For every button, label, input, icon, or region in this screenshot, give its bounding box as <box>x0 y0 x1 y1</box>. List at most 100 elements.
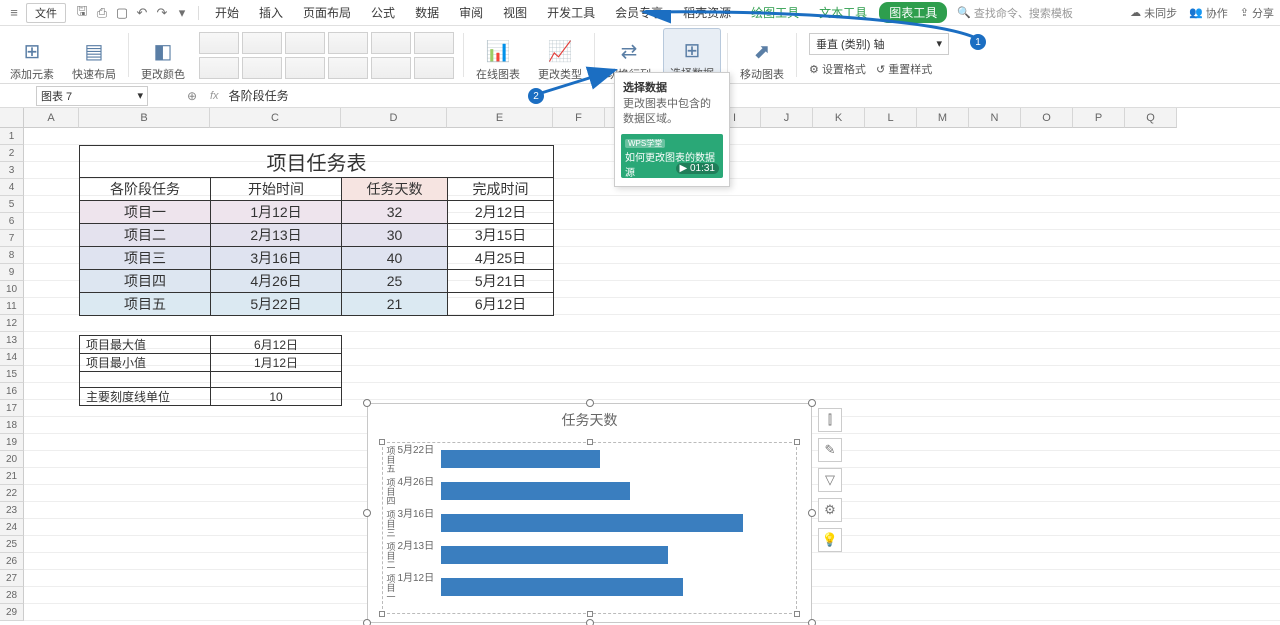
row-header-7[interactable]: 7 <box>0 230 24 247</box>
quick-layout-button[interactable]: ▤ 快速布局 <box>66 28 122 82</box>
move-chart-button[interactable]: ⬈ 移动图表 <box>734 28 790 82</box>
chart-bar[interactable] <box>441 514 743 532</box>
change-type-button[interactable]: 📈 更改类型 <box>532 28 588 82</box>
row-header-1[interactable]: 1 <box>0 128 24 145</box>
row-header-11[interactable]: 11 <box>0 298 24 315</box>
col-header-F[interactable]: F <box>553 108 605 128</box>
row-header-2[interactable]: 2 <box>0 145 24 162</box>
online-chart-button[interactable]: 📊 在线图表 <box>470 28 526 82</box>
file-menu[interactable]: 文件 <box>26 3 66 23</box>
row-header-25[interactable]: 25 <box>0 536 24 553</box>
resize-handle[interactable] <box>586 399 594 407</box>
resize-handle[interactable] <box>363 399 371 407</box>
style-thumb[interactable] <box>414 57 454 79</box>
row-header-23[interactable]: 23 <box>0 502 24 519</box>
resize-handle[interactable] <box>808 399 816 407</box>
chart-filter-button[interactable]: ▽ <box>818 468 842 492</box>
row-header-26[interactable]: 26 <box>0 553 24 570</box>
row-header-12[interactable]: 12 <box>0 315 24 332</box>
row-header-27[interactable]: 27 <box>0 570 24 587</box>
share-button[interactable]: ⇪分享 <box>1240 5 1274 21</box>
row-header-15[interactable]: 15 <box>0 366 24 383</box>
reset-style-button[interactable]: ↺ 重置样式 <box>876 61 932 77</box>
preview-icon[interactable]: ▢ <box>114 5 130 21</box>
chart-settings-button[interactable]: ⚙ <box>818 498 842 522</box>
row-header-10[interactable]: 10 <box>0 281 24 298</box>
collab-button[interactable]: 👥协作 <box>1189 5 1228 21</box>
col-header-D[interactable]: D <box>341 108 447 128</box>
tab-pagelayout[interactable]: 页面布局 <box>295 1 359 24</box>
row-header-21[interactable]: 21 <box>0 468 24 485</box>
style-thumb[interactable] <box>285 32 325 54</box>
style-thumb[interactable] <box>371 32 411 54</box>
chart-style-button[interactable]: ✎ <box>818 438 842 462</box>
chart-bar[interactable] <box>441 546 668 564</box>
row-header-4[interactable]: 4 <box>0 179 24 196</box>
col-header-Q[interactable]: Q <box>1125 108 1177 128</box>
tab-insert[interactable]: 插入 <box>251 1 291 24</box>
row-header-20[interactable]: 20 <box>0 451 24 468</box>
style-thumb[interactable] <box>371 57 411 79</box>
undo-icon[interactable]: ↶ <box>134 5 150 21</box>
chart-title[interactable]: 任务天数 <box>368 404 811 430</box>
tab-formula[interactable]: 公式 <box>363 1 403 24</box>
col-header-N[interactable]: N <box>969 108 1021 128</box>
formula-content[interactable]: 各阶段任务 <box>229 87 289 104</box>
resize-handle[interactable] <box>363 509 371 517</box>
chart-bar[interactable] <box>441 578 683 596</box>
row-header-24[interactable]: 24 <box>0 519 24 536</box>
app-menu-icon[interactable]: ≡ <box>6 5 22 21</box>
command-search[interactable]: 🔍 查找命令、搜索模板 <box>957 5 1073 21</box>
chart-bar[interactable] <box>441 450 600 468</box>
add-element-button[interactable]: ⊞ 添加元素 <box>4 28 60 82</box>
redo-icon[interactable]: ↷ <box>154 5 170 21</box>
set-format-button[interactable]: ⚙ 设置格式 <box>809 61 866 77</box>
style-thumb[interactable] <box>414 32 454 54</box>
chart-part-select[interactable]: 垂直 (类别) 轴▾ <box>809 33 949 55</box>
chart-plot-area[interactable]: 项目五5月22日项目四4月26日项目三3月16日项目二2月13日项目一1月12日 <box>382 442 797 614</box>
col-header-M[interactable]: M <box>917 108 969 128</box>
row-header-18[interactable]: 18 <box>0 417 24 434</box>
style-thumb[interactable] <box>242 57 282 79</box>
print-icon[interactable]: ⎙ <box>94 5 110 21</box>
col-header-E[interactable]: E <box>447 108 553 128</box>
style-thumb[interactable] <box>285 57 325 79</box>
dropdown-icon[interactable]: ▾ <box>174 5 190 21</box>
row-header-5[interactable]: 5 <box>0 196 24 213</box>
col-header-B[interactable]: B <box>79 108 210 128</box>
style-thumb[interactable] <box>328 57 368 79</box>
chart-bar[interactable] <box>441 482 630 500</box>
row-header-17[interactable]: 17 <box>0 400 24 417</box>
embedded-chart[interactable]: 任务天数 项目五5月22日项目四4月26日项目三3月16日项目二2月13日项目一… <box>367 403 812 623</box>
style-thumb[interactable] <box>199 57 239 79</box>
row-header-9[interactable]: 9 <box>0 264 24 281</box>
resize-handle[interactable] <box>808 509 816 517</box>
tab-member[interactable]: 会员专享 <box>607 1 671 24</box>
row-header-28[interactable]: 28 <box>0 587 24 604</box>
tab-view[interactable]: 视图 <box>495 1 535 24</box>
tab-resource[interactable]: 稻壳资源 <box>675 1 739 24</box>
zoom-icon[interactable]: ⊕ <box>184 89 200 103</box>
row-header-3[interactable]: 3 <box>0 162 24 179</box>
name-box[interactable]: 图表 7▾ <box>36 86 148 106</box>
save-icon[interactable]: 🖫 <box>74 5 90 21</box>
style-thumb[interactable] <box>199 32 239 54</box>
tab-chart-tools[interactable]: 图表工具 <box>879 2 947 23</box>
row-header-6[interactable]: 6 <box>0 213 24 230</box>
col-header-A[interactable]: A <box>24 108 79 128</box>
chart-tips-button[interactable]: 💡 <box>818 528 842 552</box>
tab-data[interactable]: 数据 <box>407 1 447 24</box>
row-header-19[interactable]: 19 <box>0 434 24 451</box>
tab-devtools[interactable]: 开发工具 <box>539 1 603 24</box>
row-header-29[interactable]: 29 <box>0 604 24 621</box>
tab-text-tools[interactable]: 文本工具 <box>811 1 875 24</box>
col-header-K[interactable]: K <box>813 108 865 128</box>
tab-review[interactable]: 审阅 <box>451 1 491 24</box>
row-header-8[interactable]: 8 <box>0 247 24 264</box>
resize-handle[interactable] <box>586 619 594 625</box>
tab-start[interactable]: 开始 <box>207 1 247 24</box>
col-header-O[interactable]: O <box>1021 108 1073 128</box>
col-header-J[interactable]: J <box>761 108 813 128</box>
chart-elements-button[interactable]: ⫿ <box>818 408 842 432</box>
col-header-L[interactable]: L <box>865 108 917 128</box>
